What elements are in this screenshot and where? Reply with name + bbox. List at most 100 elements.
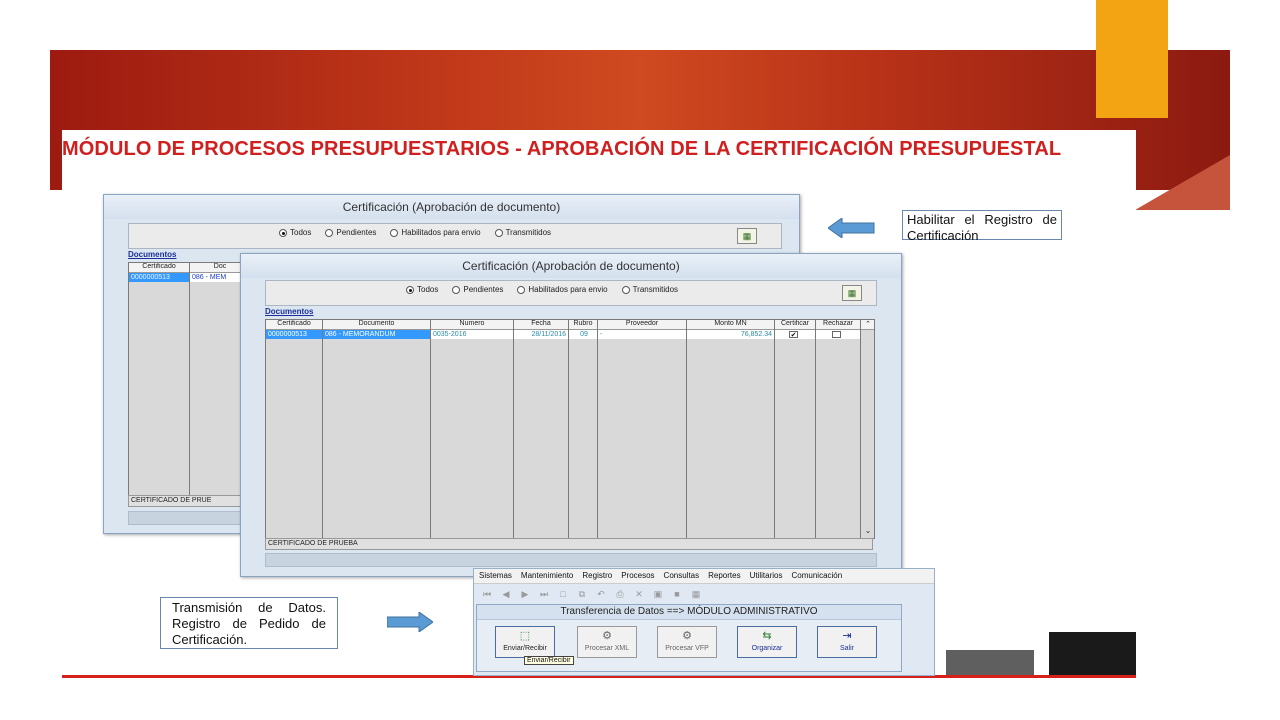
front-filter-bar: Todos Pendientes Habilitados para envio …	[265, 280, 877, 306]
radio-icon	[390, 228, 399, 237]
back-col-certificado: Certificado	[142, 263, 176, 270]
radio-icon	[325, 228, 334, 237]
gear-icon: ⚙	[602, 630, 612, 642]
print-icon[interactable]: ⎙	[613, 588, 627, 600]
filter-label: Pendientes	[463, 285, 504, 294]
front-export-button[interactable]: ▦	[842, 285, 862, 301]
col-rubro: Rubro	[573, 320, 593, 327]
front-status-bar: CERTIFICADO DE PRUEBA	[265, 538, 873, 550]
front-window-title: Certificación (Aprobación de documento)	[241, 254, 901, 278]
radio-icon	[517, 285, 526, 294]
front-filter-habilitados[interactable]: Habilitados para envio	[517, 285, 608, 294]
filter-label: Todos	[417, 285, 439, 294]
back-filter-transmitidos[interactable]: Transmitidos	[494, 228, 552, 237]
back-col-divider	[189, 263, 190, 495]
organizar-button[interactable]: ⇆ Organizar	[737, 626, 797, 658]
rechazar-checkbox[interactable]	[832, 331, 841, 338]
cell-fecha: 28/11/2016	[514, 330, 568, 339]
procesar-xml-button[interactable]: ⚙ Procesar XML	[577, 626, 637, 658]
back-table-row[interactable]: 0000000513 086 - MEM	[129, 273, 249, 282]
menu-procesos[interactable]: Procesos	[621, 569, 654, 583]
col-numero: Numero	[459, 320, 485, 327]
front-filter-transmitidos[interactable]: Transmitidos	[621, 285, 678, 294]
button-label: Procesar XML	[584, 645, 630, 652]
front-grid-header: Certificado Documento Numero Fecha Rubro…	[266, 320, 874, 330]
menu-sistemas[interactable]: Sistemas	[479, 569, 512, 583]
export-icon[interactable]: ▦	[689, 588, 703, 600]
cell-certificar: ✔	[775, 330, 815, 339]
front-documents-grid[interactable]: Certificado Documento Numero Fecha Rubro…	[265, 319, 875, 539]
back-status-bar: CERTIFICADO DE PRUE	[128, 495, 248, 507]
new-document-icon[interactable]: □	[556, 588, 570, 600]
col-divider	[568, 320, 569, 538]
gear-icon: ⚙	[682, 630, 692, 642]
erp-menubar: Sistemas Mantenimiento Registro Procesos…	[474, 569, 934, 584]
last-record-icon[interactable]: ⏭	[537, 588, 551, 600]
menu-registro[interactable]: Registro	[582, 569, 612, 583]
scroll-up-icon[interactable]: ⌃	[862, 320, 874, 328]
orange-accent-tab	[1096, 0, 1168, 118]
back-docs-label: Documentos	[128, 250, 177, 259]
menu-consultas[interactable]: Consultas	[664, 569, 700, 583]
undo-icon[interactable]: ↶	[594, 588, 608, 600]
col-rechazar: Rechazar	[823, 320, 853, 327]
col-divider	[815, 320, 816, 538]
salir-button[interactable]: ⇥ Salir	[817, 626, 877, 658]
procesar-vfp-button[interactable]: ⚙ Procesar VFP	[657, 626, 717, 658]
front-filter-todos[interactable]: Todos	[406, 285, 438, 294]
next-record-icon[interactable]: ▶	[518, 588, 532, 600]
back-export-button[interactable]: ▦	[737, 228, 757, 244]
front-certificacion-window[interactable]: Certificación (Aprobación de documento) …	[240, 253, 902, 577]
front-filter-pendientes[interactable]: Pendientes	[452, 285, 503, 294]
filter-label: Habilitados para envio	[401, 228, 481, 237]
prev-record-icon[interactable]: ◀	[499, 588, 513, 600]
menu-reportes[interactable]: Reportes	[708, 569, 740, 583]
front-bottom-strip	[265, 553, 877, 567]
back-filter-group: Todos Pendientes Habilitados para envio …	[279, 228, 551, 237]
exit-door-icon: ⇥	[842, 630, 852, 642]
col-divider	[513, 320, 514, 538]
menu-mantenimiento[interactable]: Mantenimiento	[521, 569, 573, 583]
send-receive-icon: ⬚	[519, 630, 531, 642]
enviar-recibir-button[interactable]: ⬚ Enviar/Recibir	[495, 626, 555, 658]
save-icon[interactable]: ▣	[651, 588, 665, 600]
menu-utilitarios[interactable]: Utilitarios	[750, 569, 783, 583]
col-proveedor: Proveedor	[625, 320, 659, 327]
back-filter-pendientes[interactable]: Pendientes	[325, 228, 376, 237]
callout-habilitar: Habilitar el Registro de Certificación	[902, 210, 1062, 243]
deco-gray-block	[946, 650, 1034, 675]
back-filter-habilitados[interactable]: Habilitados para envio	[390, 228, 481, 237]
filter-label: Todos	[290, 228, 312, 237]
button-label: Procesar VFP	[665, 645, 709, 652]
delete-icon[interactable]: ✕	[632, 588, 646, 600]
button-label: Salir	[839, 645, 854, 652]
table-row[interactable]: 0000000513 086 - MEMORANDUM 0035-2016 28…	[266, 330, 874, 339]
banner-stripe	[1135, 155, 1230, 210]
first-record-icon[interactable]: ⏮	[480, 588, 494, 600]
radio-icon	[452, 285, 461, 294]
filter-label: Pendientes	[336, 228, 377, 237]
grid-icon[interactable]: ■	[670, 588, 684, 600]
back-filter-todos[interactable]: Todos	[279, 228, 311, 237]
col-divider	[686, 320, 687, 538]
front-docs-label: Documentos	[265, 307, 314, 316]
front-filter-group: Todos Pendientes Habilitados para envio …	[406, 285, 678, 294]
erp-toolbar: ⏮ ◀ ▶ ⏭ □ ⧉ ↶ ⎙ ✕ ▣ ■ ▦	[474, 584, 934, 604]
certificar-checkbox[interactable]: ✔	[789, 331, 798, 339]
col-divider	[597, 320, 598, 538]
menu-comunicacion[interactable]: Comunicación	[792, 569, 843, 583]
col-divider	[430, 320, 431, 538]
filter-label: Transmitidos	[505, 228, 552, 237]
scroll-down-icon[interactable]: ⌄	[862, 526, 874, 535]
right-arrow-icon	[387, 612, 433, 632]
col-divider	[860, 320, 861, 538]
erp-module-window: Sistemas Mantenimiento Registro Procesos…	[473, 568, 935, 676]
cell-documento: 086 - MEMORANDUM	[323, 330, 430, 339]
enviar-recibir-tooltip: Enviar/Recibir	[524, 656, 574, 665]
callout-transmision: Transmisión de Datos. Registro de Pedido…	[160, 597, 338, 649]
copy-icon[interactable]: ⧉	[575, 588, 589, 600]
radio-icon	[621, 285, 630, 294]
back-documents-grid[interactable]: Certificado Doc 0000000513 086 - MEM	[128, 262, 250, 496]
radio-selected-icon	[279, 228, 287, 237]
button-label: Organizar	[751, 645, 783, 652]
